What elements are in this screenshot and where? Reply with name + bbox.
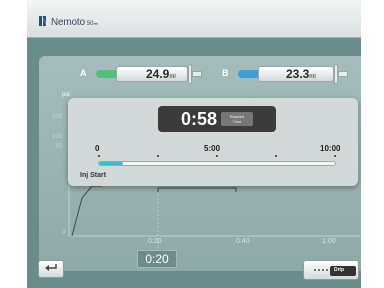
drip-syringe-icon: Drip [330,266,356,276]
inj-start-label: Inj Start [80,172,107,179]
timeline-label-end: 10:00 [320,144,341,153]
drip-dots-icon [314,269,328,271]
x-tick-0-40: 0:40 [236,238,250,245]
elapsed-time-tag: Elapsed Time [221,112,254,126]
timeline-dot [216,155,218,157]
return-arrow-icon [44,260,58,278]
elapsed-tag-line2: Time [232,119,242,124]
elapsed-time-value: 0:58 [180,108,218,129]
timeline-dot [334,155,336,157]
pressure-curve-a [71,185,102,237]
timeline-dot [157,155,159,157]
timeline-dot [275,155,277,157]
pressure-curve-b [157,187,237,192]
current-time-badge: 0:20 [137,250,177,268]
timeline-label-mid: 5:00 [204,144,221,153]
drip-label: Drip [334,267,344,273]
timeline-label-start: 0 [95,144,100,153]
timeline-dot [98,155,100,157]
drip-button[interactable]: Drip [303,260,359,280]
elapsed-timer: 0:58 Elapsed Time [158,106,276,132]
injection-progress-fill [99,162,123,165]
x-tick-1-00: 1:00 [322,238,336,245]
elapsed-time-overlay: 0:58 Elapsed Time 0 5:00 10:00 Inj Start [68,98,358,186]
injection-progress-track [98,161,336,166]
back-button[interactable] [38,260,64,278]
x-tick-0-20: 0:20 [148,238,162,245]
